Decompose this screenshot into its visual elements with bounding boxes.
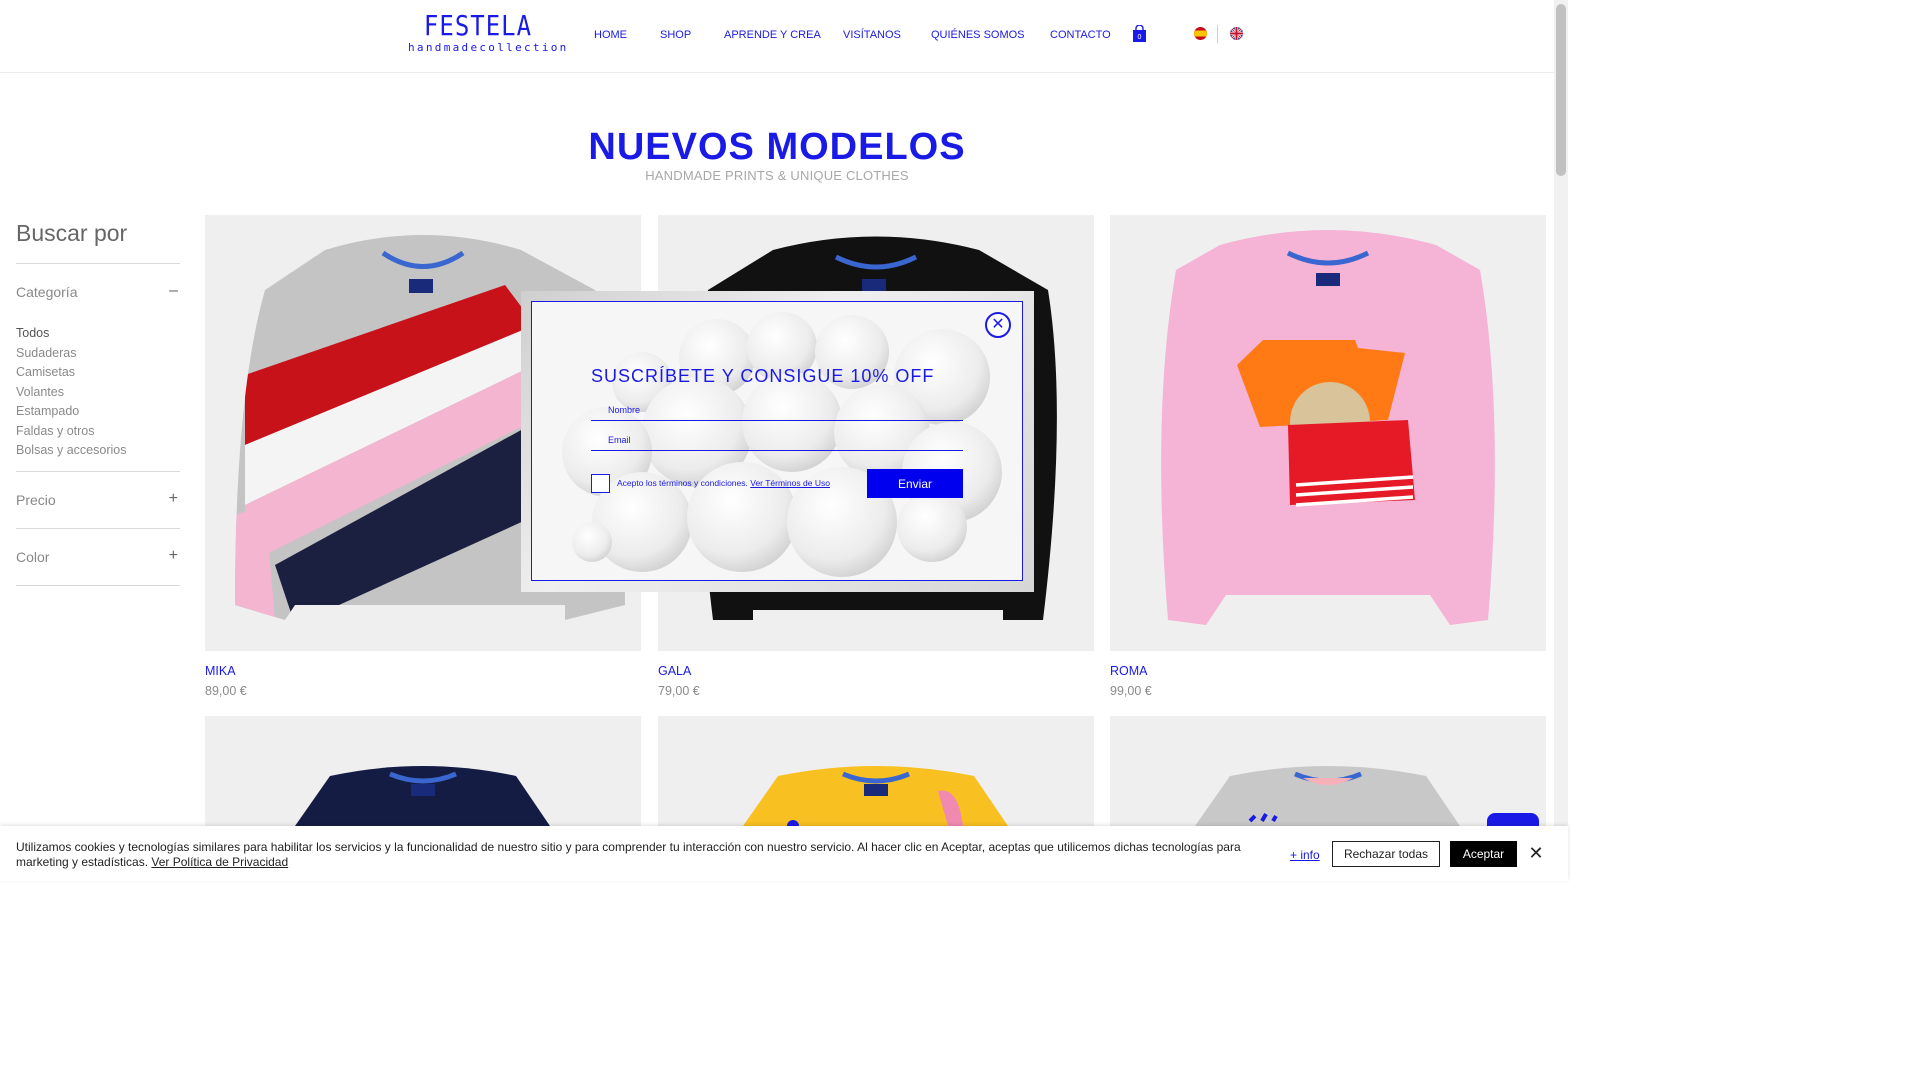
price-filter-header[interactable]: Precio + (16, 472, 180, 528)
category-item-faldas-y-otros[interactable]: Faldas y otros (16, 422, 180, 442)
submit-button[interactable]: Enviar (867, 469, 963, 498)
category-item-volantes[interactable]: Volantes (16, 383, 180, 403)
filter-title: Buscar por (16, 220, 128, 246)
logo-sub-text: handmadecollection (408, 41, 569, 54)
product-image-row2-2[interactable] (658, 716, 1094, 826)
divider (16, 584, 180, 586)
filter-sidebar: Buscar por Categoría – Todos Sudaderas C… (16, 220, 180, 586)
nav-quienes-somos[interactable]: QUIÉNES SOMOS (931, 29, 1025, 41)
product-name-gala[interactable]: GALA (658, 664, 691, 678)
category-filter-header[interactable]: Categoría – (16, 264, 180, 320)
product-image-roma[interactable] (1110, 215, 1546, 651)
terms-label: Acepto los términos y condiciones. (617, 478, 748, 488)
page-title: NUEVOS MODELOS (588, 126, 966, 168)
product-price-gala: 79,00 € (658, 684, 700, 698)
uk-flag-icon[interactable] (1230, 27, 1243, 40)
es-flag-icon[interactable] (1194, 27, 1207, 40)
category-item-todos[interactable]: Todos (16, 324, 180, 344)
accept-button[interactable]: Aceptar (1450, 841, 1517, 867)
language-separator (1217, 25, 1218, 43)
product-price-roma: 99,00 € (1110, 684, 1152, 698)
cookie-text: Utilizamos cookies y tecnologías similar… (16, 840, 1266, 870)
category-item-bolsas-y-accesorios[interactable]: Bolsas y accesorios (16, 441, 180, 461)
cookie-close-icon[interactable]: ✕ (1528, 843, 1544, 863)
cart-icon[interactable]: 0 (1132, 24, 1147, 42)
site-header: FESTELA handmadecollection HOME SHOP APR… (0, 0, 1554, 73)
reject-all-button[interactable]: Rechazar todas (1332, 841, 1440, 867)
logo-main-text: FESTELA (423, 9, 533, 43)
nav-visitanos[interactable]: VISÍTANOS (843, 29, 901, 41)
nav-aprende-y-crea[interactable]: APRENDE Y CREA (724, 29, 821, 41)
expand-icon[interactable]: + (169, 547, 178, 565)
color-filter-label: Color (16, 548, 50, 565)
scrollbar-thumb[interactable] (1556, 4, 1566, 176)
category-item-camisetas[interactable]: Camisetas (16, 363, 180, 383)
color-filter-header[interactable]: Color + (16, 529, 180, 585)
name-field[interactable] (591, 399, 963, 421)
nav-contacto[interactable]: CONTACTO (1050, 29, 1111, 41)
email-field[interactable] (591, 429, 963, 451)
price-filter-label: Precio (16, 491, 56, 508)
category-filter-label: Categoría (16, 284, 78, 300)
product-name-mika[interactable]: MIKA (205, 664, 236, 678)
privacy-policy-link[interactable]: Ver Política de Privacidad (151, 855, 288, 869)
product-name-roma[interactable]: ROMA (1110, 664, 1148, 678)
terms-checkbox[interactable] (591, 474, 610, 493)
cookie-banner: Utilizamos cookies y tecnologías similar… (0, 826, 1568, 881)
product-image-row2-3[interactable] (1110, 716, 1546, 826)
category-item-estampado[interactable]: Estampado (16, 402, 180, 422)
collapse-icon[interactable]: – (169, 282, 178, 300)
nav-shop[interactable]: SHOP (660, 29, 691, 41)
cart-count: 0 (1138, 34, 1142, 41)
popup-title: SUSCRÍBETE Y CONSIGUE 10% OFF (591, 366, 935, 386)
category-list: Todos Sudaderas Camisetas Volantes Estam… (16, 320, 180, 471)
cookie-info-link[interactable]: + info (1290, 848, 1320, 862)
popup-close-icon[interactable]: ✕ (985, 312, 1011, 338)
terms-link[interactable]: Ver Términos de Uso (750, 478, 830, 488)
page-subtitle: HANDMADE PRINTS & UNIQUE CLOTHES (645, 168, 909, 183)
festela-logo[interactable]: FESTELA handmadecollection (408, 9, 569, 54)
nav-home[interactable]: HOME (594, 29, 627, 41)
product-price-mika: 89,00 € (205, 684, 247, 698)
terms-text: Acepto los términos y condiciones. Ver T… (617, 478, 830, 488)
expand-icon[interactable]: + (169, 490, 178, 508)
category-item-sudaderas[interactable]: Sudaderas (16, 344, 180, 364)
product-image-row2-1[interactable] (205, 716, 641, 826)
